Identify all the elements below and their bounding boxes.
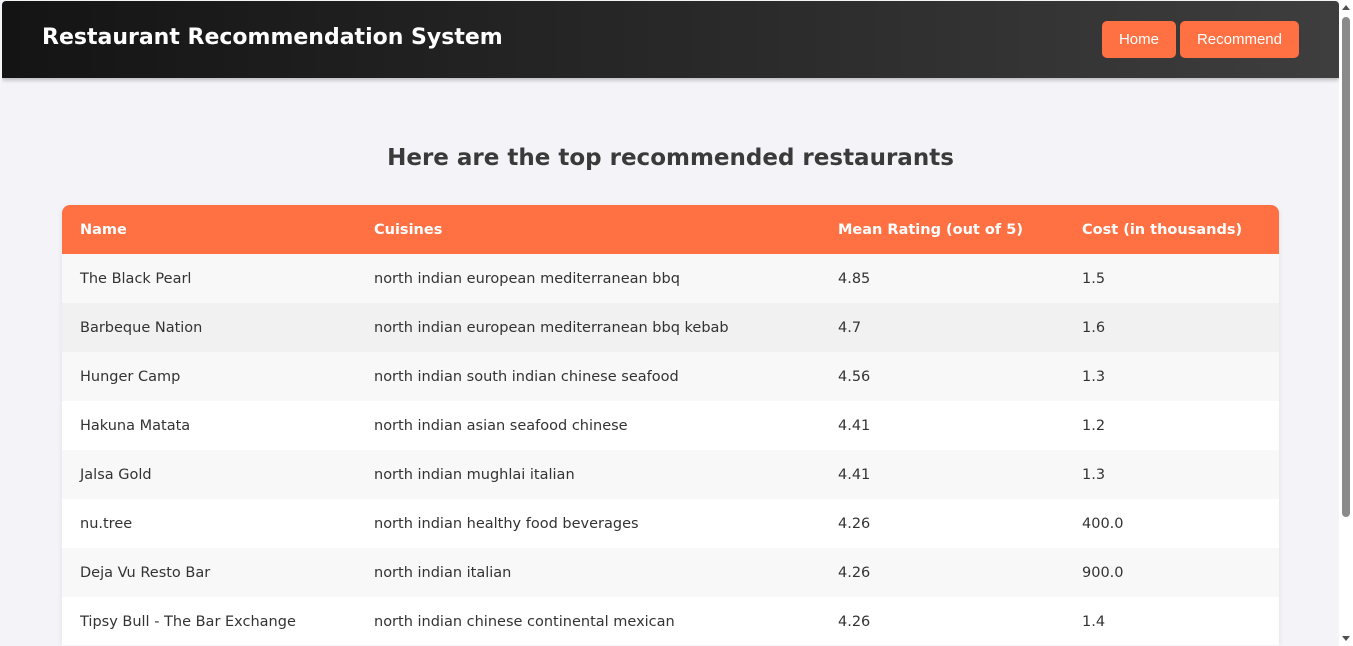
table-row: Barbeque Nation north indian european me…	[62, 303, 1279, 352]
column-header-cuisines: Cuisines	[374, 221, 443, 238]
column-header-cost: Cost (in thousands)	[1082, 221, 1243, 238]
scrollbar-thumb[interactable]	[1342, 17, 1350, 517]
cell-name: Hunger Camp	[80, 368, 181, 385]
table-row: The Black Pearl north indian european me…	[62, 254, 1279, 303]
recommendations-table: Name Cuisines Mean Rating (out of 5) Cos…	[62, 205, 1279, 645]
cell-name: Barbeque Nation	[80, 319, 203, 336]
column-header-name: Name	[80, 221, 127, 238]
cell-name: Tipsy Bull - The Bar Exchange	[80, 613, 296, 630]
scroll-down-arrow-icon[interactable]	[1342, 636, 1350, 641]
recommend-button[interactable]: Recommend	[1179, 21, 1299, 58]
cell-cost: 400.0	[1082, 515, 1124, 532]
table-row: Hunger Camp north indian south indian ch…	[62, 352, 1279, 401]
cell-cost: 1.6	[1082, 319, 1106, 336]
site-title: Restaurant Recommendation System	[42, 25, 503, 50]
cell-rating: 4.85	[838, 270, 871, 287]
cell-cuisines: north indian italian	[374, 564, 512, 581]
nav-buttons: Home Recommend	[1101, 21, 1299, 58]
table-row: Tipsy Bull - The Bar Exchange north indi…	[62, 597, 1279, 645]
cell-rating: 4.7	[838, 319, 862, 336]
cell-rating: 4.26	[838, 613, 871, 630]
cell-cost: 1.2	[1082, 417, 1106, 434]
cell-cuisines: north indian south indian chinese seafoo…	[374, 368, 679, 385]
cell-rating: 4.41	[838, 466, 871, 483]
cell-cuisines: north indian mughlai italian	[374, 466, 575, 483]
home-button[interactable]: Home	[1101, 21, 1176, 58]
cell-rating: 4.26	[838, 515, 871, 532]
cell-cuisines: north indian european mediterranean bbq …	[374, 319, 729, 336]
cell-cuisines: north indian asian seafood chinese	[374, 417, 628, 434]
cell-name: Jalsa Gold	[80, 466, 152, 483]
cell-name: nu.tree	[80, 515, 133, 532]
cell-cost: 900.0	[1082, 564, 1124, 581]
cell-cost: 1.5	[1082, 270, 1106, 287]
page-heading: Here are the top recommended restaurants	[387, 145, 954, 171]
cell-cost: 1.3	[1082, 368, 1106, 385]
table-row: Deja Vu Resto Bar north indian italian 4…	[62, 548, 1279, 597]
column-header-rating: Mean Rating (out of 5)	[838, 221, 1023, 238]
cell-cost: 1.3	[1082, 466, 1106, 483]
cell-cuisines: north indian chinese continental mexican	[374, 613, 675, 630]
cell-cuisines: north indian european mediterranean bbq	[374, 270, 680, 287]
cell-cuisines: north indian healthy food beverages	[374, 515, 639, 532]
scroll-up-arrow-icon[interactable]	[1342, 5, 1350, 10]
cell-name: Hakuna Matata	[80, 417, 191, 434]
browser-viewport: Restaurant Recommendation System Home Re…	[2, 1, 1339, 645]
vertical-scrollbar[interactable]	[1339, 0, 1353, 646]
navbar: Restaurant Recommendation System Home Re…	[2, 1, 1339, 78]
table-row: Hakuna Matata north indian asian seafood…	[62, 401, 1279, 450]
table-row: Jalsa Gold north indian mughlai italian …	[62, 450, 1279, 499]
table-header-row: Name Cuisines Mean Rating (out of 5) Cos…	[62, 205, 1279, 254]
cell-name: The Black Pearl	[80, 270, 192, 287]
cell-rating: 4.26	[838, 564, 871, 581]
table-row: nu.tree north indian healthy food bevera…	[62, 499, 1279, 548]
cell-cost: 1.4	[1082, 613, 1106, 630]
cell-rating: 4.41	[838, 417, 871, 434]
cell-name: Deja Vu Resto Bar	[80, 564, 211, 581]
cell-rating: 4.56	[838, 368, 871, 385]
